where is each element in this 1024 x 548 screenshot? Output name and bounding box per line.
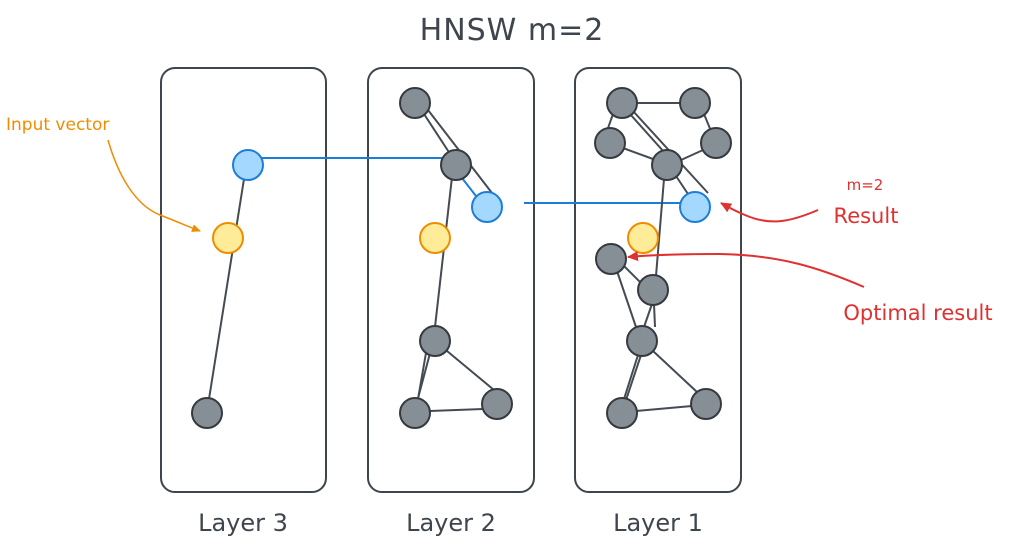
layer-1-edge [680,149,704,161]
optimal-result-label: Optimal result [843,301,992,325]
hnsw-diagram: HNSW m=2 Layer 3 Layer 2 Layer 1 Input v… [6,13,993,537]
layer-1-node [679,87,711,119]
layer-2-node [399,397,431,429]
layer-1-edge [625,354,642,401]
layer-2-node [419,325,451,357]
layer-1-edge [653,303,656,328]
layer-1-node [651,149,683,181]
diagram-title: HNSW m=2 [420,13,605,48]
result-arrow [720,202,819,223]
layer-1-edge [622,147,654,160]
input-vector-label: Input vector [6,115,109,135]
layer-3-node [191,397,223,429]
layer-2-label: Layer 2 [406,509,496,537]
layer-2-edge [429,408,484,412]
layer-1-edge [616,270,637,328]
layer-1-edge [652,350,698,393]
layer-1-edge [655,178,665,277]
layer-1-node [594,127,626,159]
layer-1-node [606,87,638,119]
layer-1-node [637,274,669,306]
layer-1-node [606,397,638,429]
result-label: Result [834,204,899,228]
layer-1-result-node [679,191,711,223]
layer-3-edge [208,178,245,400]
layer-2-search-edge [461,177,477,197]
layer-3-box [160,67,327,493]
layer-2-nearest-node [471,191,503,223]
layer-1-query-node [627,222,659,254]
layer-1-label: Layer 1 [613,509,703,537]
layer-1-node [626,325,658,357]
layer-2-node [440,149,472,181]
layer-1-edge [623,354,639,400]
input-vector-arrow [107,139,201,232]
layer-2-node [481,388,513,420]
layer-1-edge [635,405,693,412]
layer-3-label: Layer 3 [198,509,288,537]
layer-1-edge [623,265,642,284]
layer-3-query-node [212,222,244,254]
layer-1-edge [643,303,653,328]
layer-2-edge [446,350,495,391]
layer-1-node [690,388,722,420]
layer-1-optimal-node [595,243,627,275]
layer-1-edge [629,113,665,153]
layer-2-query-node [419,222,451,254]
layer-1-edge [675,175,689,195]
result-param-label: m=2 [847,176,884,194]
layer-1-node [700,127,732,159]
layer-3-entry-node [232,149,264,181]
layer-2-box [367,67,535,493]
layer-2-node [399,87,431,119]
